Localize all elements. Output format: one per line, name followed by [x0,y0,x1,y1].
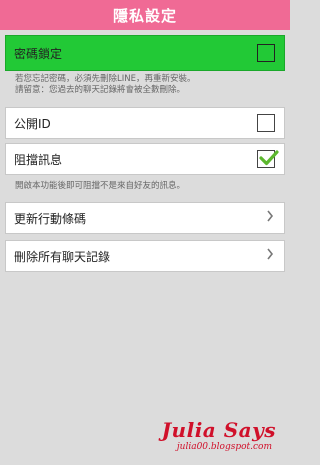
passcode-note-line1: 若您忘記密碼，必須先刪除LINE，再重新安裝。 [15,74,196,84]
public-id-row[interactable]: 公開ID [5,107,285,139]
passcode-note-line2: 請留意：您過去的聊天記錄將會被全數刪除。 [15,85,186,95]
page-title: 隱私設定 [112,6,177,25]
block-messages-checkbox[interactable] [257,150,279,168]
public-id-label: 公開ID [14,116,51,131]
block-messages-label: 阻擋訊息 [14,152,63,167]
chevron-right-icon [266,210,274,226]
update-mobile-code-row[interactable]: 更新行動條碼 [5,202,285,234]
passcode-lock-label: 密碼鎖定 [14,46,63,61]
public-id-checkbox[interactable] [257,114,275,132]
title-bar: 隱私設定 [0,0,290,30]
chevron-right-icon [266,248,274,264]
block-messages-note: 開啟本功能後即可阻擋不是來自好友的訊息。 [15,181,186,191]
checkmark-icon [259,150,279,166]
delete-all-chats-row[interactable]: 刪除所有聊天記錄 [5,240,285,272]
passcode-note: 若您忘記密碼，必須先刪除LINE，再重新安裝。 請留意：您過去的聊天記錄將會被全… [15,74,195,96]
passcode-lock-checkbox[interactable] [257,44,275,62]
update-mobile-code-label: 更新行動條碼 [14,211,87,226]
block-messages-row[interactable]: 阻擋訊息 [5,143,285,175]
watermark-url: julia00.blogspot.com [176,442,272,452]
delete-all-chats-label: 刪除所有聊天記錄 [14,249,111,264]
passcode-lock-row[interactable]: 密碼鎖定 [5,35,285,71]
watermark-title: Julia Says [161,418,276,442]
